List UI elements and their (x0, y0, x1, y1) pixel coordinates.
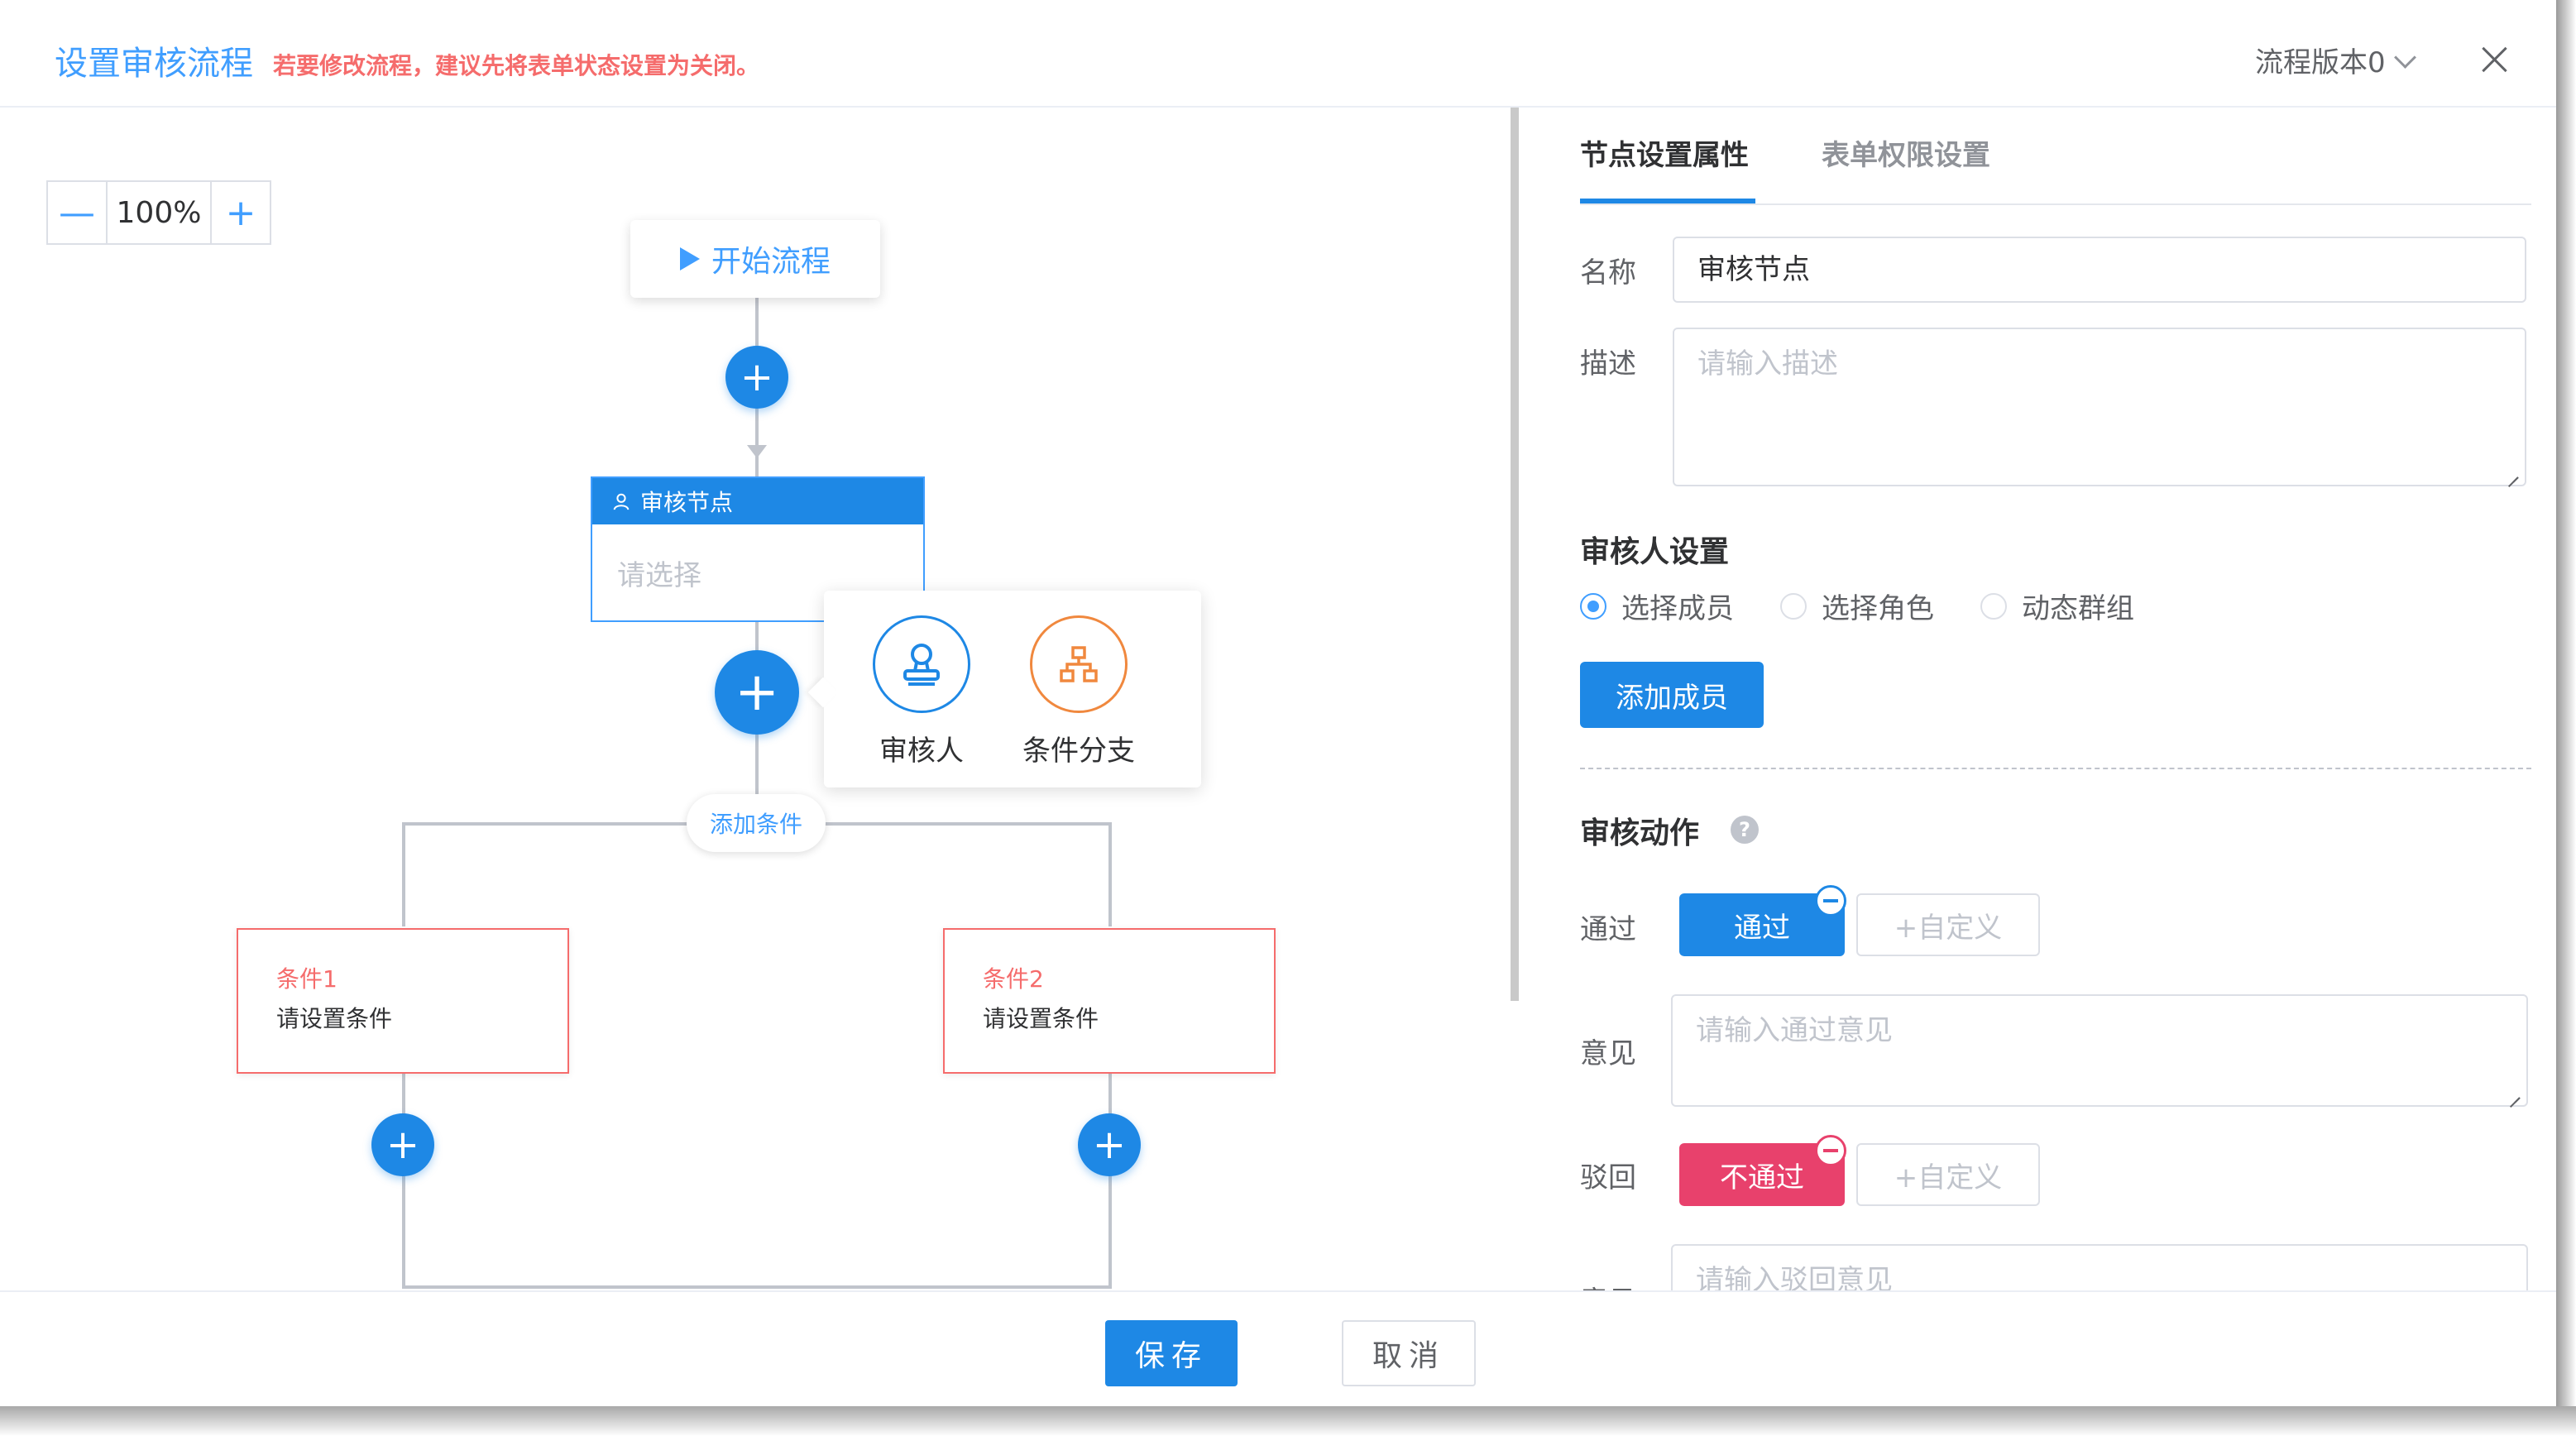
pass-custom-button[interactable]: +自定义 (1856, 893, 2040, 956)
plus-icon: + (1092, 1122, 1127, 1168)
modal-title: 设置审核流程 (55, 45, 253, 83)
tab-node-properties[interactable]: 节点设置属性 (1580, 132, 1749, 173)
zoom-control: — 100% + (46, 180, 271, 245)
reject-opinion-textarea[interactable]: 请输入驳回意见 (1671, 1244, 2528, 1290)
radio-select-role[interactable]: 选择角色 (1780, 586, 1934, 626)
branch-icon (1030, 615, 1128, 713)
radio-dynamic-group[interactable]: 动态群组 (1980, 586, 2134, 626)
panel-splitter[interactable] (1511, 108, 1519, 1001)
version-dropdown[interactable]: 流程版本0 (2255, 40, 2416, 80)
add-node-button[interactable]: + (725, 346, 788, 409)
plus-icon: + (735, 662, 779, 723)
arrow-down-icon (747, 445, 767, 458)
tab-form-permissions[interactable]: 表单权限设置 (1822, 132, 1990, 173)
remove-icon[interactable] (1815, 1135, 1846, 1166)
radio-unchecked-icon (1780, 592, 1807, 620)
stamp-icon (873, 615, 970, 713)
start-node-label: 开始流程 (711, 245, 831, 279)
popover-item-label: 条件分支 (1022, 735, 1135, 768)
add-node-button[interactable]: + (1078, 1113, 1141, 1176)
connector-line (1108, 1069, 1112, 1289)
plus-icon: + (740, 354, 774, 400)
branch-line-bottom (402, 1285, 1112, 1289)
save-button[interactable]: 保存 (1105, 1320, 1238, 1386)
name-label: 名称 (1580, 256, 1636, 290)
pass-opinion-label: 意见 (1580, 1037, 1636, 1070)
radio-checked-icon (1580, 592, 1606, 620)
add-node-button[interactable]: + (371, 1113, 434, 1176)
reject-tag-label: 不通过 (1720, 1161, 1804, 1194)
workflow-modal: 设置审核流程 若要修改流程，建议先将表单状态设置为关闭。 流程版本0 — 100… (0, 0, 2556, 1406)
name-field[interactable]: 审核节点 (1673, 237, 2526, 303)
resize-handle-icon[interactable] (2505, 465, 2520, 480)
flow-canvas: — 100% + 开始流程 + 审核节点 请选择 + 添加条件 条件1 请设置条… (0, 108, 1511, 1290)
resize-handle-icon[interactable] (2507, 1085, 2521, 1100)
window-shadow (0, 1406, 2576, 1436)
add-node-button-active[interactable]: + (715, 650, 799, 735)
popover-item-reviewer[interactable]: 审核人 (855, 615, 988, 768)
section-divider (1580, 768, 2531, 769)
panel-tabs: 节点设置属性 表单权限设置 (1580, 108, 2531, 205)
condition-node-2[interactable]: 条件2 请设置条件 (943, 928, 1276, 1074)
zoom-level: 100% (106, 182, 212, 243)
reject-opinion-placeholder: 请输入驳回意见 (1696, 1264, 1893, 1290)
help-icon[interactable]: ? (1731, 816, 1759, 844)
desc-label: 描述 (1580, 347, 1636, 381)
cancel-button[interactable]: 取消 (1342, 1320, 1476, 1386)
modal-header: 设置审核流程 若要修改流程，建议先将表单状态设置为关闭。 流程版本0 (0, 0, 2556, 108)
condition-desc: 请设置条件 (276, 1005, 393, 1032)
person-icon (613, 493, 630, 510)
reject-tag[interactable]: 不通过 (1679, 1135, 1846, 1206)
connector-line (1108, 822, 1112, 926)
window-shadow (2556, 0, 2576, 1436)
pass-label: 通过 (1580, 913, 1636, 946)
warning-text: 若要修改流程，建议先将表单状态设置为关闭。 (273, 52, 760, 79)
version-label: 流程版本0 (2255, 46, 2386, 79)
radio-label: 选择成员 (1621, 592, 1734, 625)
connector-line (402, 822, 405, 926)
close-icon[interactable] (2482, 46, 2507, 71)
radio-label: 动态群组 (2022, 592, 2134, 625)
add-condition-button[interactable]: 添加条件 (687, 794, 826, 852)
desc-textarea[interactable]: 请输入描述 (1673, 328, 2526, 486)
connector-line (402, 1069, 405, 1289)
reject-label: 驳回 (1580, 1161, 1636, 1194)
reviewer-section-title: 审核人设置 (1580, 535, 1730, 569)
tab-active-indicator (1580, 199, 1755, 203)
start-node[interactable]: 开始流程 (630, 220, 880, 298)
desc-placeholder: 请输入描述 (1697, 347, 1838, 381)
condition-title: 条件1 (276, 965, 338, 993)
popover-item-label: 审核人 (879, 735, 964, 768)
zoom-in-button[interactable]: + (212, 182, 270, 243)
radio-unchecked-icon (1980, 592, 2007, 620)
pass-opinion-textarea[interactable]: 请输入通过意见 (1671, 994, 2528, 1107)
reject-opinion-label: 意见 (1580, 1279, 1636, 1290)
chevron-down-icon (2393, 46, 2416, 69)
reject-custom-button[interactable]: +自定义 (1856, 1143, 2040, 1206)
popover-item-branch[interactable]: 条件分支 (1013, 615, 1145, 768)
properties-panel: 节点设置属性 表单权限设置 名称 审核节点 描述 请输入描述 审核人设置 选择成… (1547, 108, 2531, 1290)
pass-tag-label: 通过 (1734, 911, 1790, 945)
radio-select-member[interactable]: 选择成员 (1580, 586, 1734, 626)
play-icon (679, 247, 700, 270)
condition-desc: 请设置条件 (983, 1005, 1099, 1032)
action-section-title: 审核动作 (1580, 816, 1700, 850)
plus-icon: + (385, 1122, 420, 1168)
audit-node-title: 审核节点 (640, 489, 734, 516)
pass-opinion-placeholder: 请输入通过意见 (1696, 1014, 1893, 1047)
name-value: 审核节点 (1697, 253, 1810, 286)
audit-node-header: 审核节点 (592, 478, 923, 524)
pass-tag[interactable]: 通过 (1679, 885, 1846, 956)
add-member-button[interactable]: 添加成员 (1580, 662, 1764, 728)
popover-caret (807, 677, 839, 708)
radio-label: 选择角色 (1822, 592, 1934, 625)
add-node-popover: 审核人 条件分支 (807, 591, 1201, 787)
condition-title: 条件2 (983, 965, 1044, 993)
remove-icon[interactable] (1815, 885, 1846, 917)
condition-node-1[interactable]: 条件1 请设置条件 (237, 928, 569, 1074)
zoom-out-button[interactable]: — (48, 182, 106, 243)
modal-footer: 保存 取消 (0, 1290, 2556, 1406)
